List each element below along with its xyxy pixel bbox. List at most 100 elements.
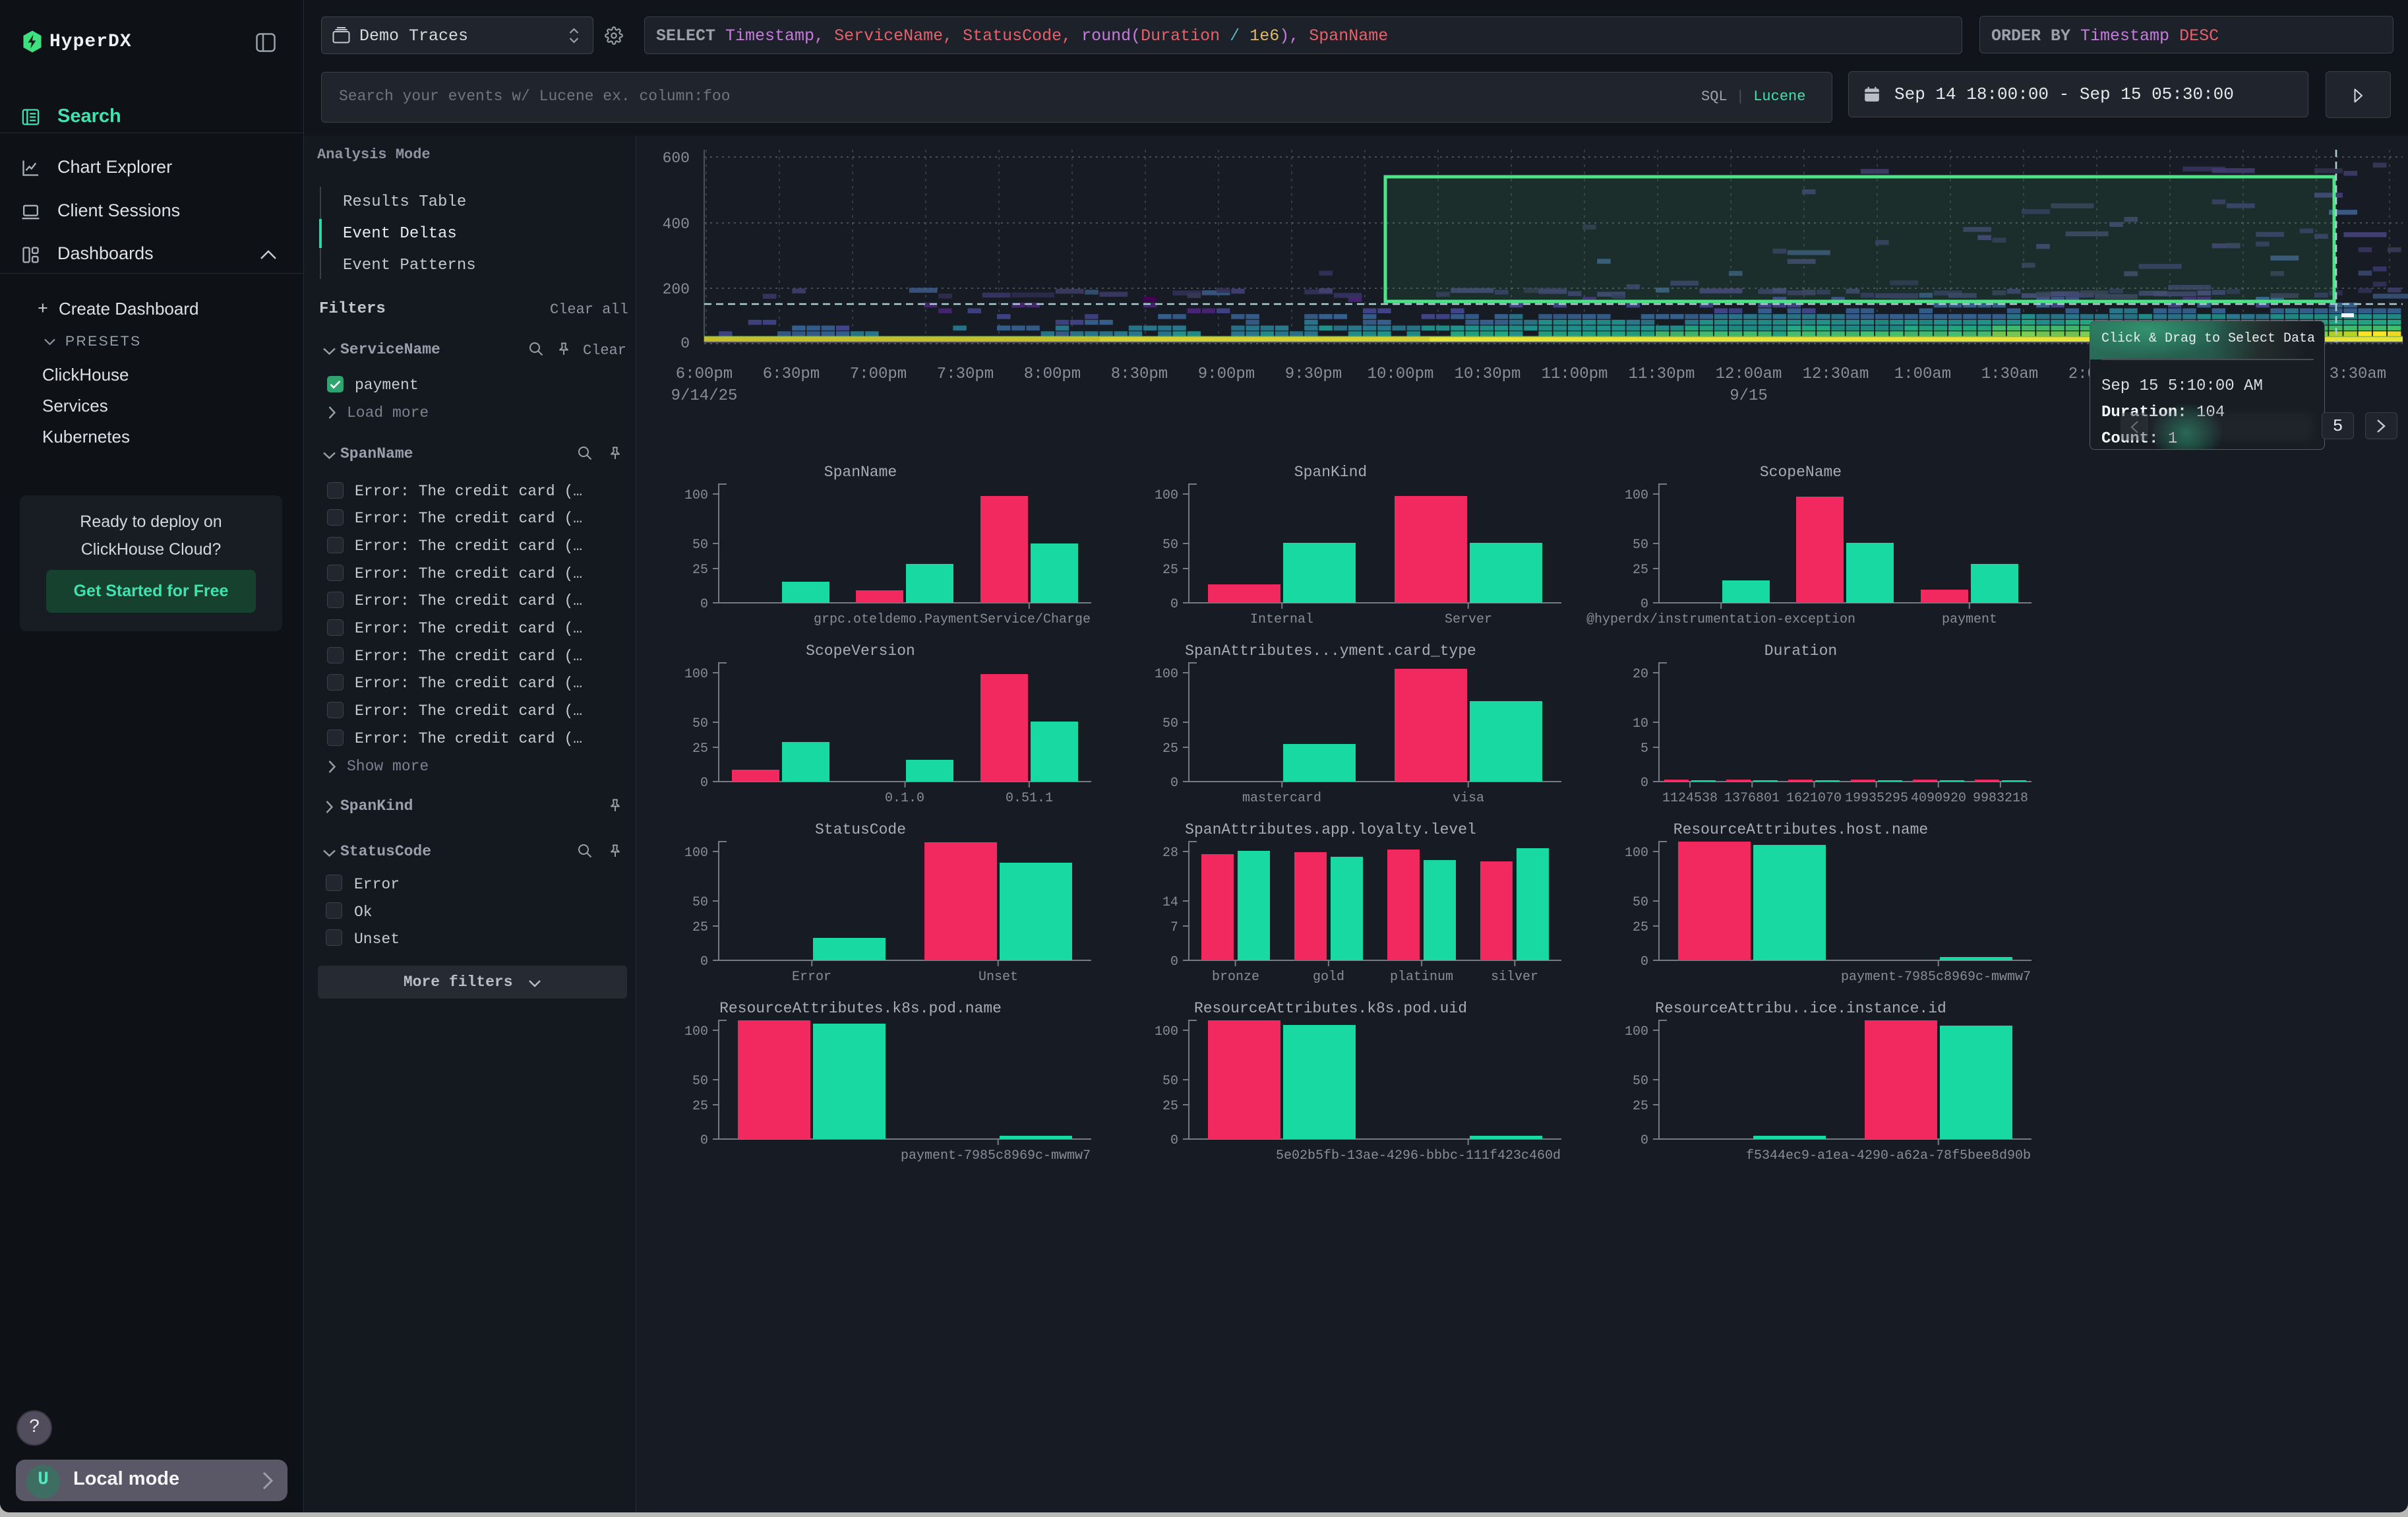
- svg-text:50: 50: [692, 1074, 708, 1089]
- svg-text:9/15: 9/15: [1730, 387, 1768, 405]
- svg-text:ScopeVersion: ScopeVersion: [806, 642, 915, 660]
- svg-text:8:00pm: 8:00pm: [1024, 365, 1081, 383]
- svg-text:1124538: 1124538: [1662, 791, 1718, 806]
- svg-text:11:00pm: 11:00pm: [1542, 365, 1608, 383]
- svg-text:50: 50: [1633, 538, 1648, 553]
- svg-text:@hyperdx/instrumentation-excep: @hyperdx/instrumentation-exception: [1586, 612, 1855, 627]
- svg-text:7:30pm: 7:30pm: [937, 365, 994, 383]
- svg-text:f5344ec9-a1ea-4290-a62a-78f5be: f5344ec9-a1ea-4290-a62a-78f5bee8d90b: [1746, 1148, 2031, 1163]
- svg-text:Unset: Unset: [978, 970, 1018, 985]
- svg-text:7:00pm: 7:00pm: [850, 365, 907, 383]
- svg-text:6:00pm: 6:00pm: [676, 365, 733, 383]
- svg-text:SpanKind: SpanKind: [1294, 464, 1367, 481]
- svg-text:25: 25: [1633, 563, 1648, 578]
- svg-text:Internal: Internal: [1250, 612, 1313, 627]
- svg-text:10: 10: [1633, 716, 1648, 731]
- svg-text:0: 0: [1170, 1133, 1178, 1148]
- svg-text:3:30am: 3:30am: [2330, 365, 2386, 383]
- svg-text:100: 100: [684, 488, 708, 503]
- svg-text:0: 0: [700, 954, 708, 970]
- svg-text:ScopeName: ScopeName: [1760, 464, 1842, 481]
- svg-text:25: 25: [692, 741, 708, 757]
- svg-text:100: 100: [1625, 488, 1648, 503]
- svg-text:100: 100: [1155, 1024, 1178, 1039]
- svg-text:silver: silver: [1491, 970, 1538, 985]
- svg-text:9:00pm: 9:00pm: [1198, 365, 1255, 383]
- svg-text:Duration: Duration: [1764, 642, 1837, 660]
- svg-text:8:30pm: 8:30pm: [1111, 365, 1168, 383]
- svg-text:ResourceAttributes.host.name: ResourceAttributes.host.name: [1673, 821, 1928, 838]
- svg-text:StatusCode: StatusCode: [815, 821, 906, 838]
- svg-text:25: 25: [692, 920, 708, 935]
- svg-text:0: 0: [1170, 776, 1178, 791]
- svg-text:1376801: 1376801: [1724, 791, 1780, 806]
- svg-text:0: 0: [1640, 1133, 1648, 1148]
- svg-text:0: 0: [1640, 597, 1648, 612]
- svg-text:100: 100: [684, 667, 708, 682]
- svg-text:100: 100: [1625, 1024, 1648, 1039]
- svg-text:mastercard: mastercard: [1242, 791, 1321, 806]
- svg-text:Server: Server: [1445, 612, 1492, 627]
- svg-text:payment: payment: [1942, 612, 1997, 627]
- svg-text:50: 50: [1633, 895, 1648, 910]
- svg-text:25: 25: [692, 1099, 708, 1114]
- svg-text:25: 25: [1633, 1099, 1648, 1114]
- svg-text:platinum: platinum: [1390, 970, 1453, 985]
- svg-text:100: 100: [1155, 667, 1178, 682]
- svg-text:50: 50: [1162, 1074, 1178, 1089]
- svg-text:12:00am: 12:00am: [1716, 365, 1782, 383]
- svg-text:ResourceAttribu..ice.instance.: ResourceAttribu..ice.instance.id: [1655, 1000, 1946, 1017]
- svg-text:50: 50: [1633, 1074, 1648, 1089]
- svg-text:5e02b5fb-13ae-4296-bbbc-111f42: 5e02b5fb-13ae-4296-bbbc-111f423c460d: [1276, 1148, 1561, 1163]
- svg-text:25: 25: [1162, 1099, 1178, 1114]
- svg-text:ResourceAttributes.k8s.pod.uid: ResourceAttributes.k8s.pod.uid: [1194, 1000, 1467, 1017]
- svg-text:600: 600: [663, 150, 690, 167]
- svg-text:0: 0: [700, 597, 708, 612]
- svg-text:28: 28: [1162, 846, 1178, 861]
- svg-text:Error: Error: [792, 970, 831, 985]
- svg-text:50: 50: [692, 895, 708, 910]
- svg-text:20: 20: [1633, 667, 1648, 682]
- svg-text:25: 25: [1633, 920, 1648, 935]
- svg-text:6:30pm: 6:30pm: [763, 365, 820, 383]
- svg-text:1:00am: 1:00am: [1894, 365, 1951, 383]
- svg-text:4090920: 4090920: [1911, 791, 1966, 806]
- svg-text:visa: visa: [1453, 791, 1484, 806]
- svg-text:0: 0: [700, 776, 708, 791]
- svg-text:9:30pm: 9:30pm: [1285, 365, 1342, 383]
- svg-text:0.1.0: 0.1.0: [885, 791, 924, 806]
- svg-text:payment-7985c8969c-mwmw7: payment-7985c8969c-mwmw7: [1841, 970, 2031, 985]
- svg-text:SpanAttributes...yment.card_ty: SpanAttributes...yment.card_type: [1185, 642, 1476, 660]
- svg-text:100: 100: [1625, 846, 1648, 861]
- svg-text:10:00pm: 10:00pm: [1368, 365, 1434, 383]
- svg-text:50: 50: [692, 716, 708, 731]
- svg-text:0: 0: [700, 1133, 708, 1148]
- svg-text:1:30am: 1:30am: [1981, 365, 2038, 383]
- svg-text:25: 25: [692, 563, 708, 578]
- svg-text:7: 7: [1170, 920, 1178, 935]
- svg-text:200: 200: [663, 281, 690, 298]
- svg-text:1621070: 1621070: [1786, 791, 1842, 806]
- svg-text:0: 0: [1170, 954, 1178, 970]
- svg-text:100: 100: [1155, 488, 1178, 503]
- svg-text:grpc.oteldemo.PaymentService/C: grpc.oteldemo.PaymentService/Charge: [814, 612, 1091, 627]
- svg-text:SpanAttributes.app.loyalty.lev: SpanAttributes.app.loyalty.level: [1185, 821, 1476, 838]
- svg-text:50: 50: [1162, 716, 1178, 731]
- svg-text:0: 0: [1170, 597, 1178, 612]
- svg-text:25: 25: [1162, 741, 1178, 757]
- svg-text:0: 0: [1640, 776, 1648, 791]
- svg-text:SpanName: SpanName: [824, 464, 897, 481]
- svg-text:0: 0: [1640, 954, 1648, 970]
- svg-text:12:30am: 12:30am: [1803, 365, 1869, 383]
- svg-text:5: 5: [1640, 741, 1648, 757]
- svg-text:14: 14: [1162, 895, 1178, 910]
- svg-text:10:30pm: 10:30pm: [1455, 365, 1521, 383]
- svg-text:50: 50: [1162, 538, 1178, 553]
- svg-text:50: 50: [692, 538, 708, 553]
- svg-text:payment-7985c8969c-mwmw7: payment-7985c8969c-mwmw7: [901, 1148, 1091, 1163]
- svg-text:gold: gold: [1313, 970, 1344, 985]
- svg-text:400: 400: [663, 216, 690, 233]
- svg-text:9983218: 9983218: [1973, 791, 2028, 806]
- svg-text:19935295: 19935295: [1845, 791, 1908, 806]
- svg-text:0: 0: [680, 335, 690, 352]
